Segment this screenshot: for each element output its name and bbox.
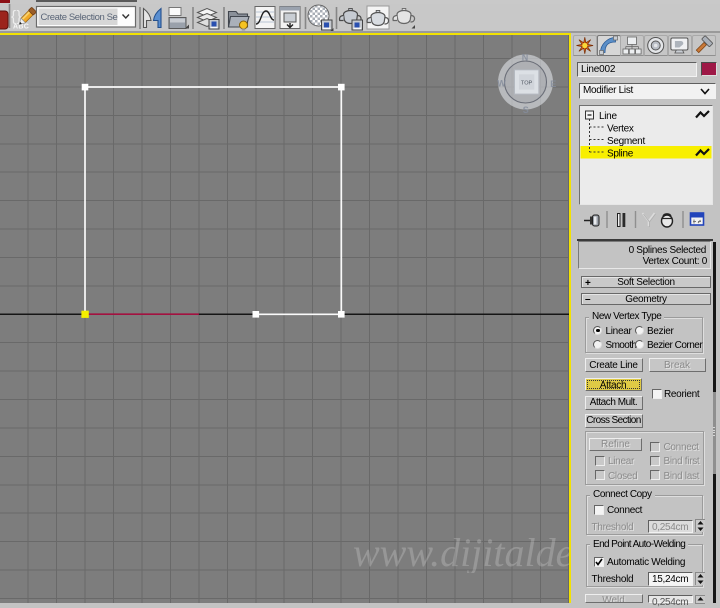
- svg-text:E: E: [550, 79, 556, 89]
- svg-text:{: {: [11, 8, 16, 25]
- svg-text:Spline: Spline: [607, 148, 634, 159]
- svg-text:W: W: [497, 79, 506, 89]
- svg-text:Line: Line: [599, 111, 617, 122]
- svg-text:ABC: ABC: [13, 24, 29, 31]
- svg-text:TOP: TOP: [521, 80, 533, 86]
- svg-text:Segment: Segment: [607, 136, 645, 147]
- svg-text:N: N: [522, 52, 529, 62]
- svg-text:Vertex: Vertex: [607, 123, 634, 134]
- svg-text:S: S: [523, 105, 529, 115]
- svg-text:Create Selection Se: Create Selection Se: [41, 12, 118, 23]
